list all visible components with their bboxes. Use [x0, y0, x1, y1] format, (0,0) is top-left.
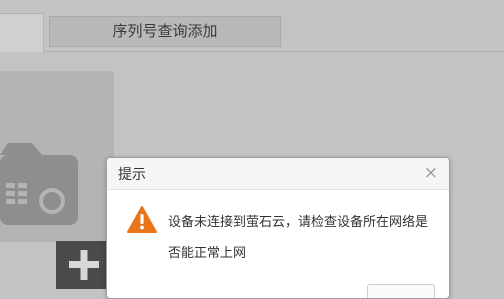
alert-dialog: 提示 × 设备未连接到萤石云，请检查设备所在网络是否能正常上网 — [106, 157, 450, 299]
dialog-message: 设备未连接到萤石云，请检查设备所在网络是否能正常上网 — [168, 215, 429, 261]
close-icon[interactable]: × — [424, 163, 438, 183]
tab-serial-lookup-add[interactable]: 序列号查询添加 — [49, 16, 281, 47]
tab-bar: 序列号查询添加 — [0, 0, 504, 52]
dialog-title: 提示 — [118, 167, 146, 183]
add-device-button[interactable] — [56, 241, 110, 289]
tab-first[interactable] — [0, 13, 44, 52]
dialog-header: 提示 × — [107, 158, 449, 190]
tab-divider — [44, 51, 504, 52]
device-card[interactable] — [0, 71, 114, 242]
plus-icon — [69, 250, 99, 280]
dialog-confirm-button[interactable] — [367, 284, 435, 298]
warning-triangle-icon — [127, 206, 157, 233]
dvr-device-icon — [0, 143, 78, 225]
